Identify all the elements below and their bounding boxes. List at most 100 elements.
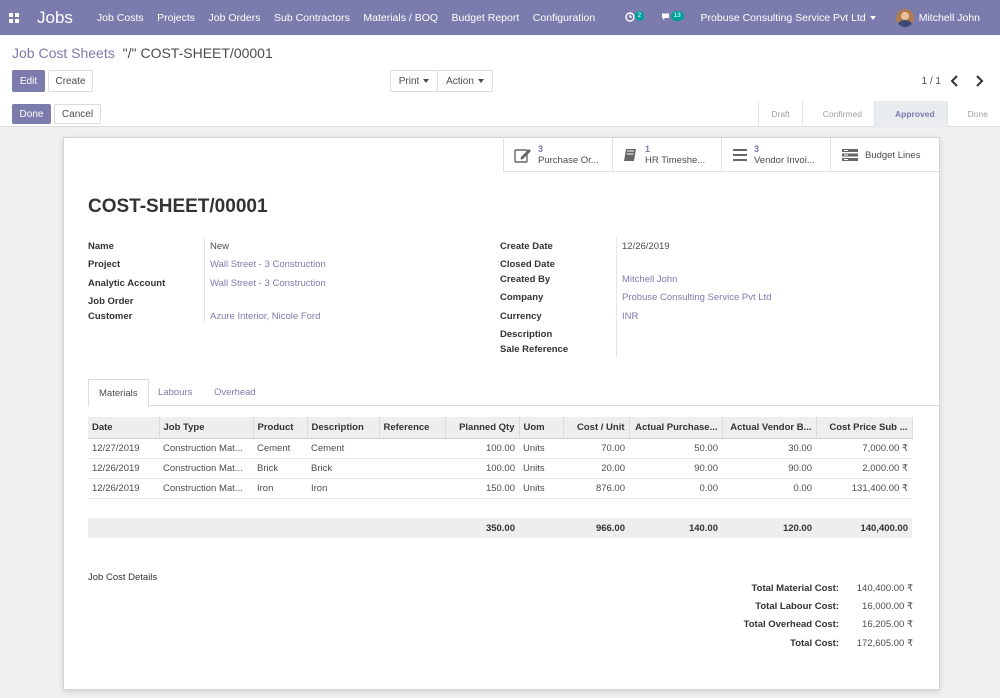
vendor-invoices-label: Vendor Invoi... xyxy=(754,155,815,166)
caret-down-icon xyxy=(869,15,876,20)
action-dropdown[interactable]: Action xyxy=(437,70,493,92)
stage-draft[interactable]: Draft xyxy=(758,101,801,127)
company-link[interactable]: Probuse Consulting Service Pvt Ltd xyxy=(622,292,771,303)
breadcrumb-parent[interactable]: Job Cost Sheets xyxy=(12,45,115,61)
menu-budget-report[interactable]: Budget Report xyxy=(452,12,520,24)
caret-down-icon xyxy=(477,79,484,83)
customer-link[interactable]: Azure Interior, Nicole Ford xyxy=(210,311,320,322)
cell-job-type: Construction Mat... xyxy=(159,478,253,499)
messages-indicator[interactable]: 13 xyxy=(661,8,684,28)
col-job-type[interactable]: Job Type xyxy=(159,417,254,439)
cell-reference xyxy=(379,478,445,499)
cell-cost-price-subtotal: 131,400.00 ₹ xyxy=(816,478,912,499)
table-row[interactable]: 12/26/2019 Construction Mat... Brick Bri… xyxy=(88,458,912,479)
tab-overhead[interactable]: Overhead xyxy=(204,379,266,406)
cell-uom: Units xyxy=(519,478,563,499)
cell-actual-vendor-bill: 30.00 xyxy=(722,438,816,459)
col-uom[interactable]: Uom xyxy=(519,417,564,439)
activity-indicator[interactable]: 2 xyxy=(624,8,647,28)
table-header-row: Date Job Type Product Description Refere… xyxy=(88,417,913,439)
list-icon xyxy=(733,149,747,161)
customer-label: Customer xyxy=(88,311,133,322)
total-cost-label: Total Cost: xyxy=(790,638,839,649)
vendor-invoices-button[interactable]: 3 Vendor Invoi... xyxy=(721,138,830,172)
total-cell xyxy=(519,518,563,538)
menu-materials-boq[interactable]: Materials / BOQ xyxy=(363,12,438,24)
cell-date: 12/27/2019 xyxy=(88,438,159,459)
status-bar: Draft Confirmed Approved Done xyxy=(758,101,1000,127)
total-material-cost-label: Total Material Cost: xyxy=(751,583,839,594)
stage-done[interactable]: Done xyxy=(946,101,1000,127)
menu-projects[interactable]: Projects xyxy=(157,12,195,24)
app-name[interactable]: Jobs xyxy=(37,8,73,28)
notebook-tabs: Materials Labours Overhead xyxy=(88,379,940,407)
total-cost-value: 172,605.00 ₹ xyxy=(856,638,913,649)
table-row[interactable]: 12/27/2019 Construction Mat... Cement Ce… xyxy=(88,438,912,459)
col-description[interactable]: Description xyxy=(307,417,380,439)
col-actual-purchase[interactable]: Actual Purchase... xyxy=(629,417,723,439)
apps-menu-icon[interactable] xyxy=(9,12,19,23)
chevron-right-icon[interactable] xyxy=(974,75,984,87)
total-labour-cost-label: Total Labour Cost: xyxy=(755,601,839,612)
name-label: Name xyxy=(88,241,114,252)
col-cost-unit[interactable]: Cost / Unit xyxy=(563,417,630,439)
cell-actual-purchase: 0.00 xyxy=(629,478,722,499)
breadcrumb-separator: "/" xyxy=(122,45,137,61)
cell-actual-purchase: 90.00 xyxy=(629,458,722,479)
done-button[interactable]: Done xyxy=(12,104,51,124)
cancel-button[interactable]: Cancel xyxy=(54,104,101,124)
purchase-orders-label: Purchase Or... xyxy=(538,155,599,166)
col-product[interactable]: Product xyxy=(253,417,308,439)
cell-cost-unit: 70.00 xyxy=(563,438,629,459)
analytic-account-link[interactable]: Wall Street - 3 Construction xyxy=(210,278,326,289)
purchase-orders-button[interactable]: 3 Purchase Or... xyxy=(503,138,612,172)
purchase-orders-count: 3 xyxy=(538,144,544,154)
table-row[interactable]: 12/26/2019 Construction Mat... Iron Iron… xyxy=(88,478,912,499)
created-by-label: Created By xyxy=(500,274,551,285)
print-dropdown[interactable]: Print xyxy=(390,70,438,92)
chevron-left-icon[interactable] xyxy=(950,75,960,87)
total-cost-unit: 966.00 xyxy=(563,518,629,538)
cell-description: Cement xyxy=(307,438,379,459)
cell-cost-price-subtotal: 7,000.00 ₹ xyxy=(816,438,912,459)
hr-timesheets-label: HR Timeshe... xyxy=(645,155,706,166)
user-menu[interactable]: Mitchell John xyxy=(919,12,980,24)
main-menu: Job Costs Projects Job Orders Sub Contra… xyxy=(97,12,609,24)
created-by-link[interactable]: Mitchell John xyxy=(622,274,677,285)
cell-actual-vendor-bill: 90.00 xyxy=(722,458,816,479)
budget-lines-button[interactable]: Budget Lines xyxy=(830,138,939,172)
col-date[interactable]: Date xyxy=(88,417,160,439)
edit-button[interactable]: Edit xyxy=(12,70,45,92)
company-name: Probuse Consulting Service Pvt Ltd xyxy=(700,11,866,24)
col-reference[interactable]: Reference xyxy=(379,417,446,439)
total-cost-price-subtotal: 140,400.00 xyxy=(816,518,912,538)
menu-configuration[interactable]: Configuration xyxy=(533,12,595,24)
tab-materials[interactable]: Materials xyxy=(88,379,149,407)
company-switcher[interactable]: Probuse Consulting Service Pvt Ltd xyxy=(701,12,876,24)
stage-approved[interactable]: Approved xyxy=(874,101,947,127)
cell-reference xyxy=(379,438,445,459)
empty-cell xyxy=(88,498,912,518)
total-cell xyxy=(379,518,445,538)
currency-link[interactable]: INR xyxy=(622,311,638,322)
col-cost-price-subtotal[interactable]: Cost Price Sub ... xyxy=(816,417,913,439)
menu-job-orders[interactable]: Job Orders xyxy=(209,12,261,24)
menu-job-costs[interactable]: Job Costs xyxy=(97,12,144,24)
create-button[interactable]: Create xyxy=(48,70,93,92)
job-cost-details-label: Job Cost Details xyxy=(88,572,158,583)
cell-description: Iron xyxy=(307,478,379,499)
cell-uom: Units xyxy=(519,458,563,479)
cell-product: Brick xyxy=(253,458,307,479)
total-overhead-cost-label: Total Overhead Cost: xyxy=(743,619,839,630)
form-sheet: 3 Purchase Or... 1 HR Timeshe... 3 Vendor I… xyxy=(63,137,940,690)
project-link[interactable]: Wall Street - 3 Construction xyxy=(210,259,326,270)
col-actual-vendor-bill[interactable]: Actual Vendor B... xyxy=(722,417,817,439)
menu-sub-contractors[interactable]: Sub Contractors xyxy=(274,12,350,24)
col-planned-qty[interactable]: Planned Qty xyxy=(445,417,520,439)
hr-timesheets-button[interactable]: 1 HR Timeshe... xyxy=(612,138,721,172)
tab-labours[interactable]: Labours xyxy=(148,379,202,406)
total-actual-purchase: 140.00 xyxy=(629,518,722,538)
pager-value[interactable]: 1 / 1 xyxy=(922,76,941,87)
stage-confirmed[interactable]: Confirmed xyxy=(801,101,874,127)
user-avatar[interactable] xyxy=(895,8,914,27)
